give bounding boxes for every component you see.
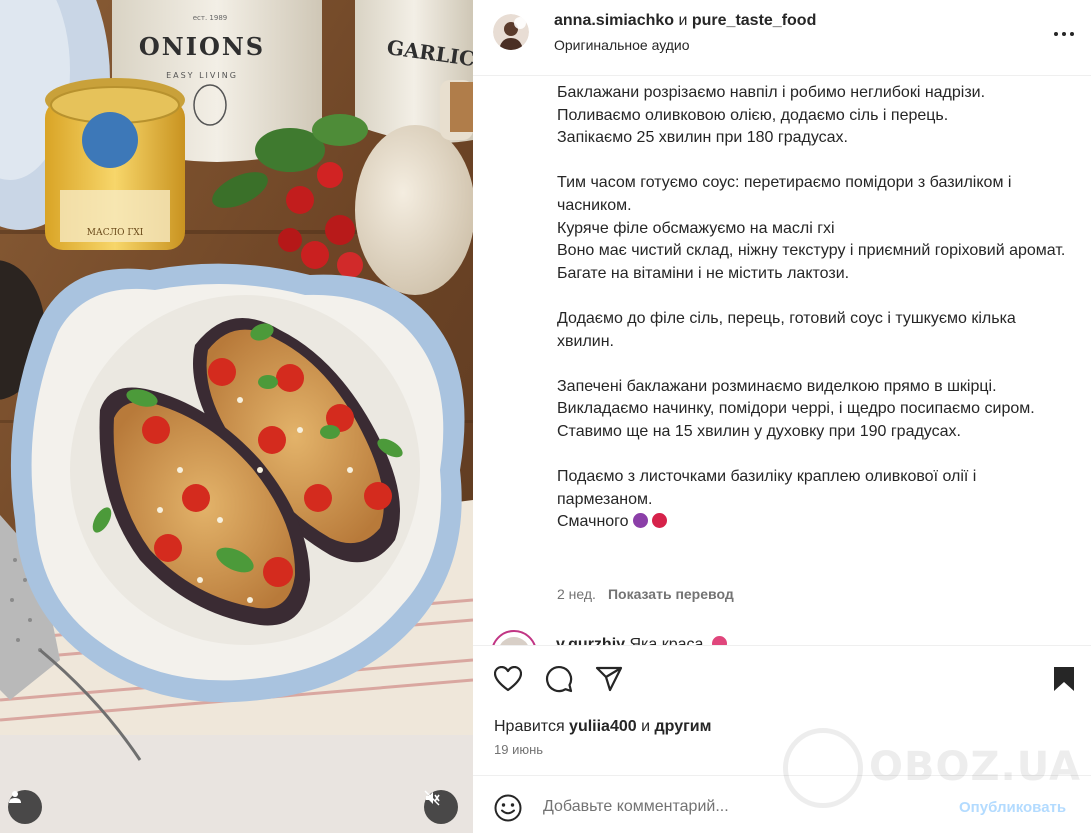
post-caption: Баклажани розрізаємо навпіл і робимо нег…	[557, 82, 1067, 534]
caption-line	[557, 444, 1067, 467]
share-button[interactable]	[594, 664, 624, 694]
caption-line: Тим часом готуємо соус: перетираємо помі…	[557, 174, 1012, 214]
comment-button[interactable]	[544, 664, 574, 694]
author-line: anna.simiachko и pure_taste_food	[554, 12, 816, 30]
save-button[interactable]	[1049, 664, 1079, 694]
more-options-button[interactable]	[1052, 22, 1076, 46]
caption-line: Ставимо ще на 15 хвилин у духовку при 19…	[557, 422, 961, 440]
author-avatar[interactable]	[493, 14, 529, 50]
post-header: anna.simiachko и pure_taste_food Оригина…	[473, 0, 1091, 76]
smile-icon	[494, 794, 522, 822]
add-comment-bar: Опубликовать	[473, 775, 1091, 833]
speaker-muted-icon	[424, 790, 440, 806]
likes-prefix: Нравится	[494, 718, 570, 735]
commenter-avatar[interactable]	[491, 630, 537, 645]
caption-line	[557, 353, 1067, 376]
author-username[interactable]: anna.simiachko	[554, 12, 674, 29]
audio-link[interactable]: Оригинальное аудио	[554, 37, 690, 53]
user-icon	[9, 791, 21, 803]
caption-line: Викладаємо начинку, помідори черрі, і ще…	[557, 400, 1035, 418]
caption-line: Куряче філе обсмажуємо на маслі гхі	[557, 219, 835, 237]
caption-line: Воно має чистий склад, ніжну текстуру і …	[557, 242, 1066, 260]
svg-text:EASY LIVING: EASY LIVING	[166, 71, 238, 80]
coauthor-username[interactable]: pure_taste_food	[692, 12, 816, 29]
likes-middle: и	[636, 718, 655, 735]
caption-line: Подаємо з листочками базиліку краплею ол…	[557, 468, 977, 508]
heart-icon	[494, 666, 522, 692]
like-button[interactable]	[493, 664, 523, 694]
caption-line	[557, 150, 1067, 173]
author-joiner: и	[674, 12, 692, 29]
commenter-username[interactable]: v.gurzhiy	[556, 636, 625, 645]
mute-button[interactable]	[424, 790, 458, 824]
caption-meta: 2 нед. Показать перевод	[557, 586, 734, 602]
caption-final-word: Смачного	[557, 513, 629, 531]
caption-line: Додаємо до філе сіль, перець, готовий со…	[557, 309, 1016, 350]
share-icon	[595, 666, 623, 692]
likes-summary[interactable]: Нравится yuliia400 и другим	[494, 718, 711, 736]
caption-last-line: Смачного	[557, 511, 1067, 534]
eggplant-emoji	[632, 513, 648, 529]
post-media[interactable]: ONIONS EASY LIVING ест. 1989 GARLIC МАСЛ…	[0, 0, 473, 833]
caption-scroll-area[interactable]: Баклажани розрізаємо навпіл і робимо нег…	[473, 77, 1091, 645]
post-comment-button[interactable]: Опубликовать	[959, 799, 1066, 816]
food-photo: ONIONS EASY LIVING ест. 1989 GARLIC МАСЛ…	[0, 0, 473, 833]
post-age: 2 нед.	[557, 586, 596, 602]
tomato-emoji	[651, 513, 667, 529]
caption-line: Баклажани розрізаємо навпіл і робимо нег…	[557, 84, 986, 101]
svg-text:ONIONS: ONIONS	[139, 32, 265, 61]
comment-text: v.gurzhiy Яка краса	[556, 636, 727, 645]
svg-text:МАСЛО ГХІ: МАСЛО ГХІ	[87, 228, 144, 238]
hearts-emoji	[711, 636, 727, 645]
comment-body: Яка краса	[625, 636, 704, 645]
comment-row: v.gurzhiy Яка краса	[491, 630, 1051, 645]
comment-input[interactable]	[543, 796, 943, 818]
bookmark-icon	[1054, 667, 1074, 691]
liker-username[interactable]: yuliia400	[569, 718, 637, 735]
more-horizontal-icon	[1054, 32, 1074, 36]
post-panel: anna.simiachko и pure_taste_food Оригина…	[473, 0, 1091, 833]
caption-line: Поливаємо оливковою олією, додаємо сіль …	[557, 106, 949, 124]
comment-icon	[545, 665, 573, 693]
caption-line	[557, 285, 1067, 308]
post-date: 19 июнь	[494, 742, 544, 757]
svg-text:ест. 1989: ест. 1989	[193, 14, 228, 22]
emoji-picker-button[interactable]	[493, 793, 523, 823]
likes-others[interactable]: другим	[654, 718, 711, 735]
post-actions: Нравится yuliia400 и другим 19 июнь	[473, 645, 1091, 775]
user-tags-button[interactable]	[8, 790, 42, 824]
caption-line: Запечені баклажани розминаємо виделкою п…	[557, 377, 997, 395]
caption-line: Багате на вітаміни і не містить лактози.	[557, 264, 850, 282]
translate-button[interactable]: Показать перевод	[608, 586, 734, 602]
caption-line: Запікаємо 25 хвилин при 180 градусах.	[557, 129, 848, 147]
